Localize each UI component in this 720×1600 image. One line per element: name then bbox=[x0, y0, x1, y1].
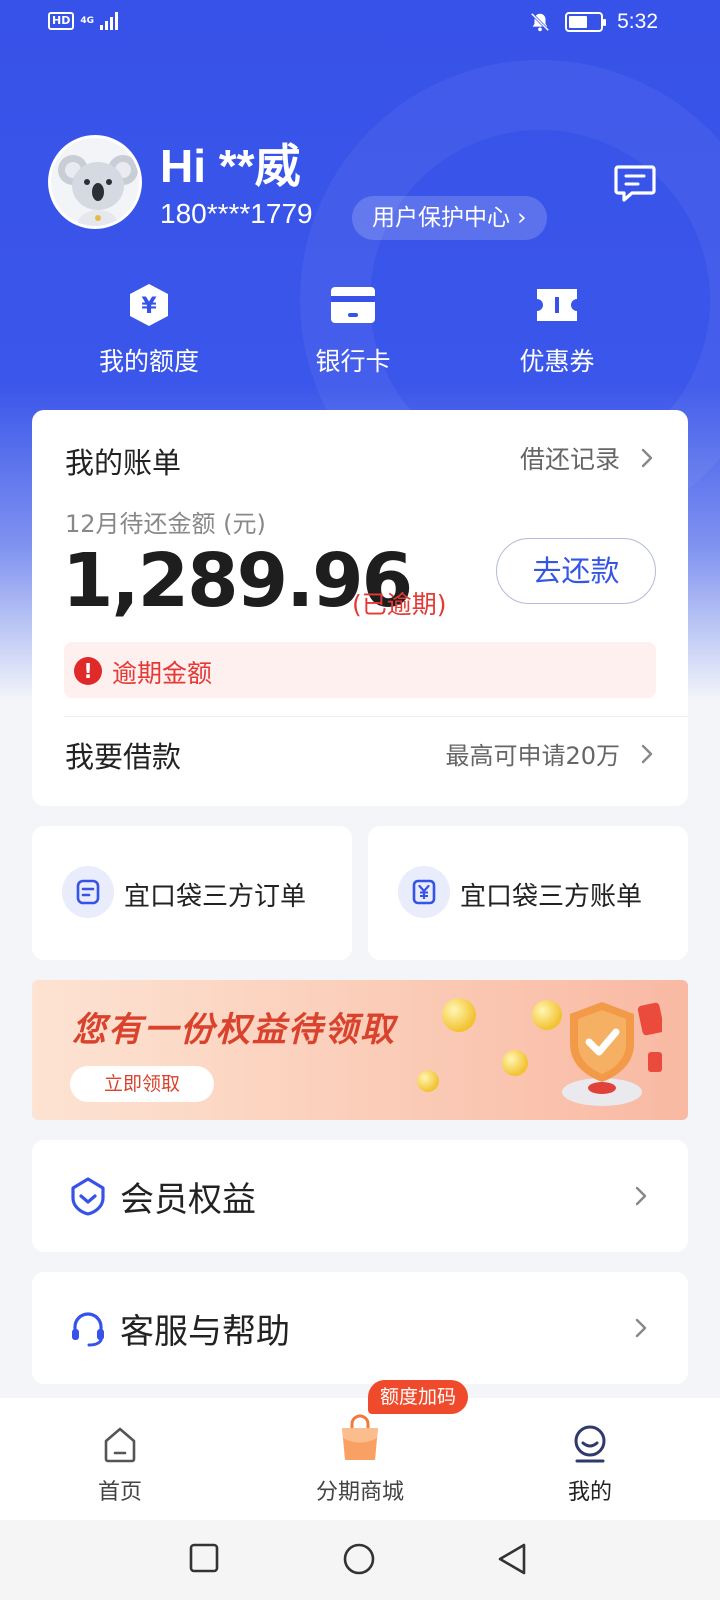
user-greeting: Hi **威 bbox=[160, 140, 301, 192]
quick-link-label: 我的额度 bbox=[98, 347, 199, 376]
overdue-notice-text: 逾期金额 bbox=[112, 659, 213, 688]
message-icon[interactable] bbox=[614, 164, 656, 202]
credit-boost-badge: 额度加码 bbox=[368, 1380, 469, 1414]
tab-home[interactable]: 首页 bbox=[50, 1420, 190, 1506]
borrow-repay-record-link[interactable]: 借还记录 bbox=[520, 440, 654, 476]
signal-icon bbox=[100, 12, 118, 30]
rewards-banner[interactable]: 您有一份权益待领取 立即领取 bbox=[32, 980, 688, 1120]
divider bbox=[64, 716, 688, 717]
tab-label: 分期商城 bbox=[315, 1480, 404, 1505]
quick-link-label: 银行卡 bbox=[315, 347, 391, 376]
bell-muted-icon bbox=[530, 12, 550, 32]
home-icon bbox=[50, 1420, 190, 1464]
yen-hexagon-icon: ¥ bbox=[74, 282, 224, 328]
overdue-status-tag: (已逾期) bbox=[352, 590, 447, 619]
back-triangle-icon[interactable] bbox=[496, 1542, 528, 1576]
bill-title: 我的账单 bbox=[65, 446, 182, 480]
borrow-title[interactable]: 我要借款 bbox=[65, 734, 181, 776]
status-left: HD 4G bbox=[48, 12, 118, 30]
tab-mine[interactable]: 我的 bbox=[520, 1420, 660, 1506]
chevron-right-icon bbox=[641, 744, 653, 763]
yen-bill-icon bbox=[398, 866, 450, 918]
recent-apps-icon[interactable] bbox=[188, 1542, 220, 1574]
svg-text:¥: ¥ bbox=[141, 294, 157, 319]
hd-badge: HD bbox=[48, 12, 75, 30]
quick-link-bank-card[interactable]: 银行卡 bbox=[278, 282, 428, 378]
status-bar: HD 4G 5:32 bbox=[0, 0, 720, 52]
status-right: 5:32 bbox=[529, 10, 658, 34]
bill-card: 我的账单 借还记录 12月待还金额 (元) 1,289.96 (已逾期) 去还款… bbox=[32, 410, 688, 806]
shopping-bag-icon bbox=[290, 1414, 430, 1464]
coin-decoration bbox=[417, 1070, 439, 1092]
bottom-tab-bar: 首页 分期商城 我的 bbox=[0, 1398, 720, 1520]
user-phone: 180****1779 bbox=[160, 198, 313, 229]
third-party-bills-label: 宜口袋三方账单 bbox=[460, 882, 643, 912]
battery-icon bbox=[565, 12, 607, 32]
quick-link-label: 优惠券 bbox=[519, 347, 595, 376]
home-circle-icon[interactable] bbox=[342, 1542, 376, 1576]
system-navigation-bar bbox=[0, 1520, 720, 1600]
chevron-right-icon bbox=[635, 1318, 647, 1338]
customer-service-row[interactable]: 客服与帮助 bbox=[32, 1272, 688, 1384]
record-link-label: 借还记录 bbox=[519, 445, 620, 474]
coin-decoration bbox=[442, 998, 476, 1032]
member-benefits-row[interactable]: 会员权益 bbox=[32, 1140, 688, 1252]
member-shield-icon bbox=[71, 1177, 105, 1216]
user-protection-center-link[interactable]: 用户保护中心 › bbox=[352, 196, 547, 240]
third-party-bills-card[interactable]: 宜口袋三方账单 bbox=[368, 826, 688, 960]
tab-label: 我的 bbox=[567, 1480, 612, 1505]
network-type-label: 4G bbox=[80, 16, 94, 26]
bank-card-icon bbox=[278, 282, 428, 328]
profile-smile-icon bbox=[520, 1420, 660, 1464]
quick-link-coupons[interactable]: 优惠券 bbox=[482, 282, 632, 378]
coin-decoration bbox=[502, 1050, 528, 1076]
borrow-limit-link[interactable]: 最高可申请20万 bbox=[445, 736, 654, 771]
tab-label: 首页 bbox=[97, 1480, 142, 1505]
customer-service-label: 客服与帮助 bbox=[120, 1312, 290, 1352]
tab-installment-mall[interactable]: 分期商城 bbox=[290, 1414, 430, 1506]
chevron-right-icon bbox=[635, 1186, 647, 1206]
third-party-orders-label: 宜口袋三方订单 bbox=[124, 882, 307, 912]
due-amount-label: 12月待还金额 (元) bbox=[65, 510, 266, 538]
coupon-ticket-icon bbox=[482, 282, 632, 328]
member-benefits-label: 会员权益 bbox=[120, 1180, 256, 1220]
borrow-hint-text: 最高可申请20万 bbox=[445, 742, 620, 770]
status-time: 5:32 bbox=[617, 10, 658, 33]
shield-check-icon bbox=[562, 1002, 662, 1106]
avatar[interactable] bbox=[48, 135, 142, 229]
banner-title: 您有一份权益待领取 bbox=[72, 1010, 396, 1050]
overdue-notice-bar[interactable]: ! 逾期金额 bbox=[64, 642, 656, 698]
headset-icon bbox=[72, 1312, 104, 1347]
order-doc-icon bbox=[62, 866, 114, 918]
claim-now-button[interactable]: 立即领取 bbox=[70, 1066, 214, 1102]
quick-link-credit-limit[interactable]: ¥ 我的额度 bbox=[74, 282, 224, 378]
chevron-right-icon bbox=[641, 448, 653, 468]
warning-icon: ! bbox=[74, 657, 102, 685]
repay-button[interactable]: 去还款 bbox=[496, 538, 656, 604]
third-party-orders-card[interactable]: 宜口袋三方订单 bbox=[32, 826, 352, 960]
